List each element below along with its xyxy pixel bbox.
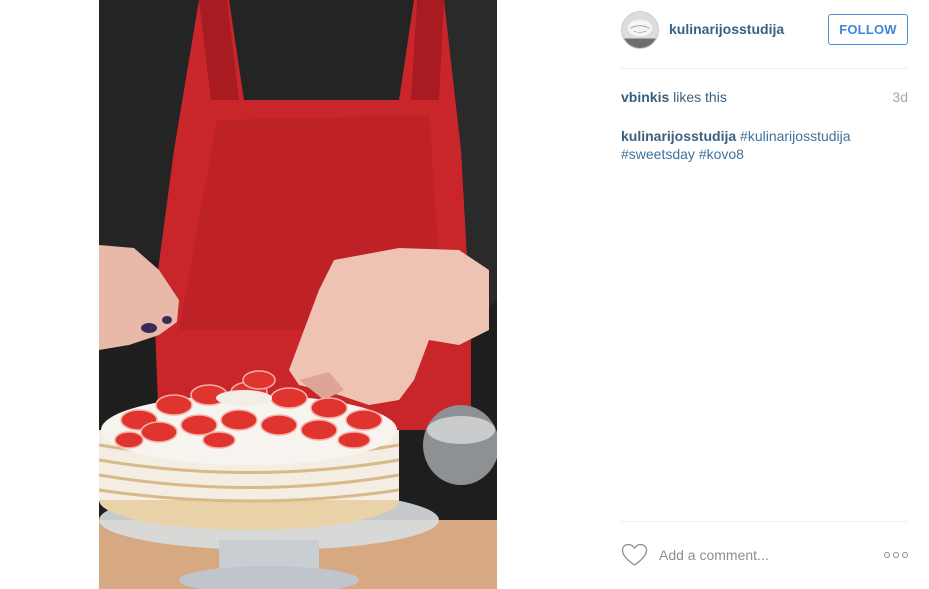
likes-text: likes this [673,89,727,105]
post-timestamp[interactable]: 3d [892,89,908,105]
hashtag-link[interactable]: #kulinarijosstudija [740,128,851,144]
more-options-icon[interactable] [884,550,908,560]
author-avatar[interactable] [621,11,659,49]
author-username[interactable]: kulinarijosstudija [669,21,784,37]
caption-username[interactable]: kulinarijosstudija [621,128,736,144]
dot-icon [884,552,890,558]
comment-input[interactable] [659,545,859,565]
liker-username[interactable]: vbinkis [621,89,669,105]
likes-row: vbinkis likes this 3d [621,89,908,105]
follow-button[interactable]: FOLLOW [828,14,908,45]
hashtag-link[interactable]: #sweetsday [621,146,695,162]
post-photo[interactable] [99,0,497,589]
header-divider [621,68,908,69]
comment-bar [621,540,908,570]
hashtag-link[interactable]: #kovo8 [699,146,744,162]
dot-icon [893,552,899,558]
photo-illustration [99,0,497,589]
post-details-panel: kulinarijosstudija FOLLOW vbinkis likes … [621,0,908,589]
comments-divider [621,521,908,522]
avatar-image [622,12,658,48]
post-page: kulinarijosstudija FOLLOW vbinkis likes … [0,0,929,589]
heart-outline-icon[interactable] [621,543,648,567]
post-caption: kulinarijosstudija #kulinarijosstudija #… [621,127,908,163]
post-header: kulinarijosstudija FOLLOW [621,10,908,50]
dot-icon [902,552,908,558]
